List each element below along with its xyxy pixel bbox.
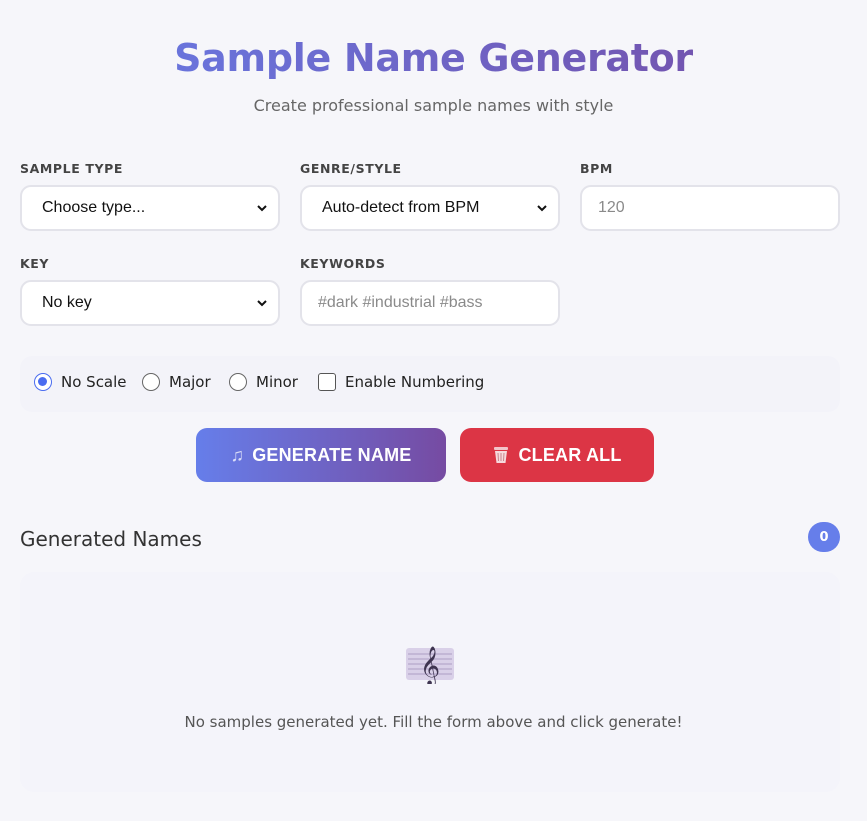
genre-value: Auto-detect from BPM (322, 199, 480, 216)
page-title: Sample Name Generator (0, 36, 867, 80)
chevron-down-icon (257, 300, 267, 307)
numbering-label: Enable Numbering (345, 373, 485, 391)
key-select[interactable]: No key (20, 280, 280, 326)
generate-button-label: GENERATE NAME (252, 444, 412, 465)
genre-select[interactable]: Auto-detect from BPM (300, 185, 560, 231)
keywords-input[interactable]: #dark #industrial #bass (300, 280, 560, 326)
chevron-down-icon (537, 205, 547, 212)
minor-radio[interactable] (229, 373, 247, 391)
major-option[interactable]: Major (142, 373, 211, 391)
sample-type-select[interactable]: Choose type... (20, 185, 280, 231)
svg-text:𝄞: 𝄞 (420, 646, 440, 684)
music-notes-icon: ♫ (230, 444, 245, 465)
chevron-down-icon (257, 205, 267, 212)
genre-label: GENRE/STYLE (300, 161, 402, 176)
minor-option[interactable]: Minor (229, 373, 298, 391)
no-scale-radio[interactable] (34, 373, 52, 391)
count-badge: 0 (808, 522, 840, 552)
key-value: No key (42, 294, 92, 311)
major-radio[interactable] (142, 373, 160, 391)
no-scale-label: No Scale (61, 373, 127, 391)
clear-all-button-label: CLEAR ALL (518, 444, 622, 465)
clear-all-button[interactable]: CLEAR ALL (460, 428, 654, 482)
treble-clef-icon: 𝄞 (406, 646, 454, 684)
page-subtitle: Create professional sample names with st… (253, 96, 614, 115)
sample-type-value: Choose type... (42, 199, 146, 216)
app-root: Sample Name Generator Create professiona… (0, 0, 867, 821)
empty-state-text: No samples generated yet. Fill the form … (184, 713, 683, 731)
major-label: Major (169, 373, 211, 391)
sample-type-label: SAMPLE TYPE (20, 161, 124, 176)
wastebasket-icon (494, 447, 509, 463)
bpm-label: BPM (580, 161, 613, 176)
keywords-label: KEYWORDS (300, 256, 386, 271)
numbering-option[interactable]: Enable Numbering (318, 373, 484, 391)
key-label: KEY (20, 256, 50, 271)
bpm-placeholder: 120 (598, 199, 625, 216)
generate-button[interactable]: ♫ GENERATE NAME (196, 428, 446, 482)
minor-label: Minor (256, 373, 298, 391)
no-scale-option[interactable]: No Scale (34, 373, 127, 391)
generated-names-title: Generated Names (20, 527, 202, 551)
keywords-placeholder: #dark #industrial #bass (318, 294, 483, 311)
bpm-input[interactable]: 120 (580, 185, 840, 231)
numbering-checkbox[interactable] (318, 373, 336, 391)
